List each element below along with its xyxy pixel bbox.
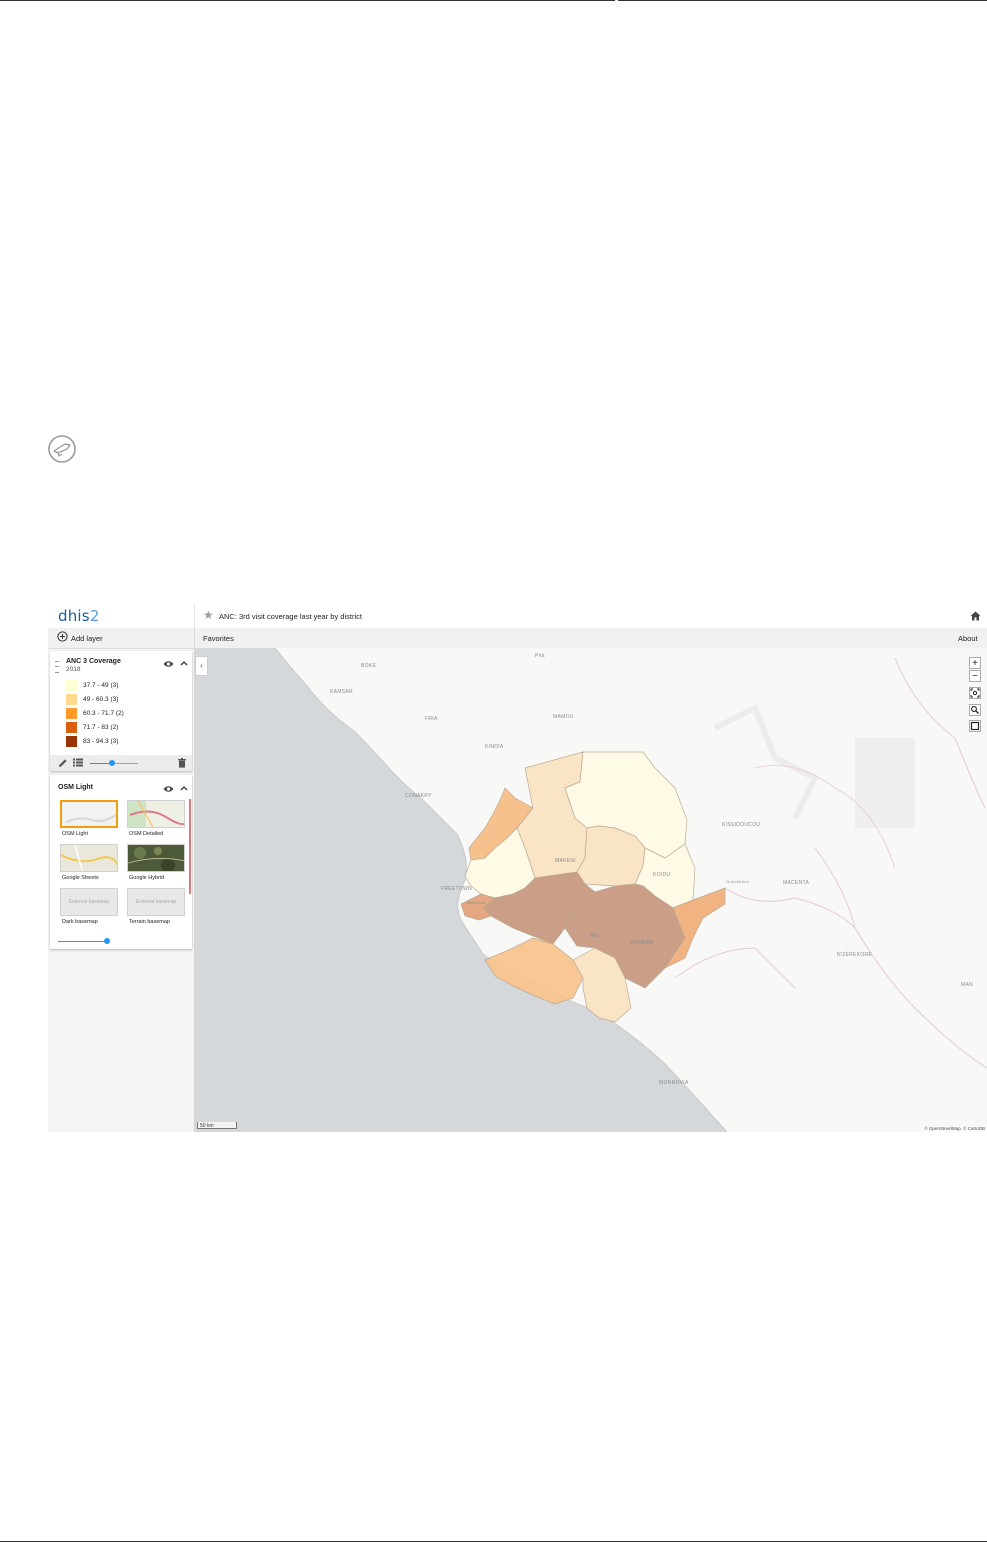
map-label: KOIDU [653,872,671,878]
add-circle-icon [57,631,68,642]
legend-swatch [66,736,77,747]
basemap-title: OSM Light [58,784,93,791]
map-label: Waterloo [467,900,486,905]
basemap-tile-osm-detailed[interactable] [127,800,185,828]
google-streets-preview [61,845,117,871]
page-bottom-rule [0,1541,987,1542]
layer-period: 2018 [66,666,81,673]
page-top-rule-left [0,0,615,1]
map-label: MAMOU [553,714,574,720]
about-button[interactable]: About [958,634,978,643]
search-icon [971,706,979,714]
basemap-tile-dark[interactable]: External basemap [60,888,118,916]
map-label: Pita [535,653,545,659]
layer-toolbar [50,755,192,771]
external-basemap-placeholder: External basemap [68,899,110,905]
page-top-rule-right [618,0,987,1]
data-table-icon[interactable] [73,758,83,767]
zoom-in-button[interactable]: + [969,657,981,669]
map-label: MONROVIA [659,1080,689,1086]
map-label: Guéckédou [726,879,750,884]
fullscreen-icon [970,721,980,731]
drag-handle-icon[interactable] [55,661,59,673]
basemap-label: Google Streets [62,875,99,881]
map-label: MAN [961,982,974,988]
fit-bounds-icon [970,688,980,698]
dhis2-logo[interactable]: dhis2 [58,607,100,625]
app-header: dhis2 ★ ANC: 3rd visit coverage last yea… [48,604,987,629]
map-label: BOKE [361,663,377,669]
header-divider [194,604,195,628]
external-basemap-placeholder: External basemap [135,899,177,905]
map-label: CONAKRY [405,793,432,799]
map-attribution[interactable]: © OpenStreetMap, © CartoDB [924,1126,985,1131]
add-layer-label: Add layer [71,634,103,643]
map-scale-bar: 50 km [197,1122,237,1129]
legend-label: 60.3 - 71.7 (2) [83,710,124,717]
edit-pencil-icon[interactable] [58,758,68,768]
basemap-tile-google-hybrid[interactable] [127,844,185,872]
basemap-label: Google Hybrid [129,875,165,881]
search-button[interactable] [969,704,981,716]
toolbar: Add layer Favorites About [48,628,987,649]
osm-light-preview [65,814,116,823]
favorites-menu[interactable]: Favorites [203,634,234,643]
basemap-tile-terrain[interactable]: External basemap [127,888,185,916]
zoom-out-button[interactable]: − [969,670,981,682]
note-icon [48,435,76,463]
legend-swatch [66,680,77,691]
basemap-opacity-fill [58,941,107,942]
osm-detailed-preview [128,801,184,827]
collapse-panel-button[interactable]: ‹ [195,656,208,676]
legend-swatch [66,708,77,719]
basemap-tile-osm-light[interactable] [60,800,118,828]
map-label: KISSIDOUCOU [722,822,761,828]
legend-swatch [66,694,77,705]
basemap-label: Terrain basemap [129,919,170,925]
home-icon[interactable] [970,611,981,621]
legend-label: 49 - 60.3 (3) [83,696,119,703]
legend-label: 37.7 - 49 (3) [83,682,119,689]
basemap-label: Dark basemap [62,919,98,925]
basemap-label: OSM Light [62,831,88,837]
basemap-list-scrollbar[interactable] [189,799,191,894]
layer-title: ANC 3 Coverage [66,658,121,665]
opacity-slider-knob[interactable] [109,760,115,766]
basemap-opacity-knob[interactable] [104,938,110,944]
map-canvas [195,648,987,1132]
map-label: KAMSAR [330,689,353,695]
maps-app-screenshot: dhis2 ★ ANC: 3rd visit coverage last yea… [48,604,987,1132]
map-label: MAKENI [555,858,576,864]
delete-trash-icon[interactable] [178,758,186,768]
basemap-tile-google-streets[interactable] [60,844,118,872]
map-label: BO [590,933,598,939]
fullscreen-button[interactable] [969,720,981,732]
legend-swatch [66,722,77,733]
fit-bounds-button[interactable] [969,687,981,699]
map-label: KINDIA [485,744,504,750]
basemap-card: OSM Light OSM Light OSM Detailed Google … [50,775,192,949]
thematic-layer-card: ANC 3 Coverage 2018 37.7 - 49 (3) 49 - 6… [50,651,192,771]
map-label: KENEMA [631,940,654,946]
map-label: N'ZÉRÉKORÉ [837,952,873,958]
legend-label: 71.7 - 83 (2) [83,724,119,731]
google-hybrid-preview [128,847,184,871]
collapse-chevron-icon[interactable] [180,660,188,666]
map-view[interactable]: BOKE KAMSAR FRIA MAMOU KINDIA CONAKRY Pi… [195,648,987,1132]
basemap-label: OSM Detailed [129,831,164,837]
visibility-eye-icon[interactable] [163,660,174,668]
add-layer-button[interactable]: Add layer [48,628,195,648]
basemap-visibility-eye-icon[interactable] [163,785,174,793]
favorite-star-icon[interactable]: ★ [203,609,214,621]
map-label: FREETOWN [441,886,472,892]
map-label: FRIA [425,716,438,722]
layers-panel: ANC 3 Coverage 2018 37.7 - 49 (3) 49 - 6… [48,649,195,1132]
map-title: ANC: 3rd visit coverage last year by dis… [219,612,362,621]
map-label: MACENTA [783,880,810,886]
basemap-collapse-chevron-icon[interactable] [180,785,188,791]
opacity-slider-track[interactable] [112,763,138,764]
legend-label: 83 - 94.3 (3) [83,738,119,745]
